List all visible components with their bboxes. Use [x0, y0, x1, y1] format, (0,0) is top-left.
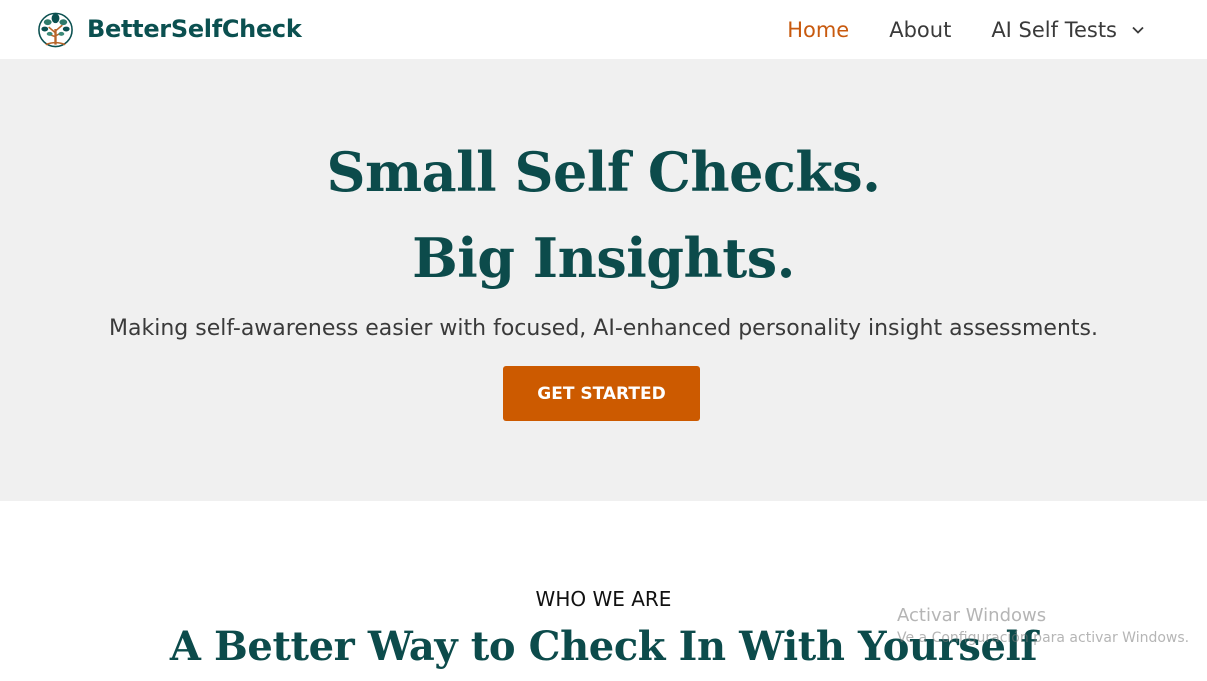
hero-title-line-1: Small Self Checks. [326, 140, 881, 204]
brand-name: BetterSelfCheck [87, 15, 302, 43]
nav-ai-self-tests-label: AI Self Tests [991, 17, 1117, 42]
hero-title-line-2: Big Insights. [412, 226, 795, 290]
site-header: BetterSelfCheck Home About AI Self Tests [0, 0, 1207, 59]
windows-activation-title: Activar Windows [897, 605, 1047, 626]
nav-home[interactable]: Home [787, 18, 849, 42]
windows-activation-subtitle: Ve a Configuración para activar Windows. [897, 630, 1190, 646]
nav-ai-self-tests[interactable]: AI Self Tests [991, 18, 1145, 42]
main-nav: Home About AI Self Tests [747, 0, 1145, 59]
hero-subtitle: Making self-awareness easier with focuse… [109, 316, 1098, 341]
brand-link[interactable]: BetterSelfCheck [36, 9, 302, 49]
nav-about[interactable]: About [889, 18, 951, 42]
get-started-button[interactable]: GET STARTED [503, 366, 700, 421]
chevron-down-icon [1132, 26, 1144, 34]
tree-logo-icon [38, 12, 73, 48]
hero-section: Small Self Checks. Big Insights. Making … [0, 59, 1207, 501]
